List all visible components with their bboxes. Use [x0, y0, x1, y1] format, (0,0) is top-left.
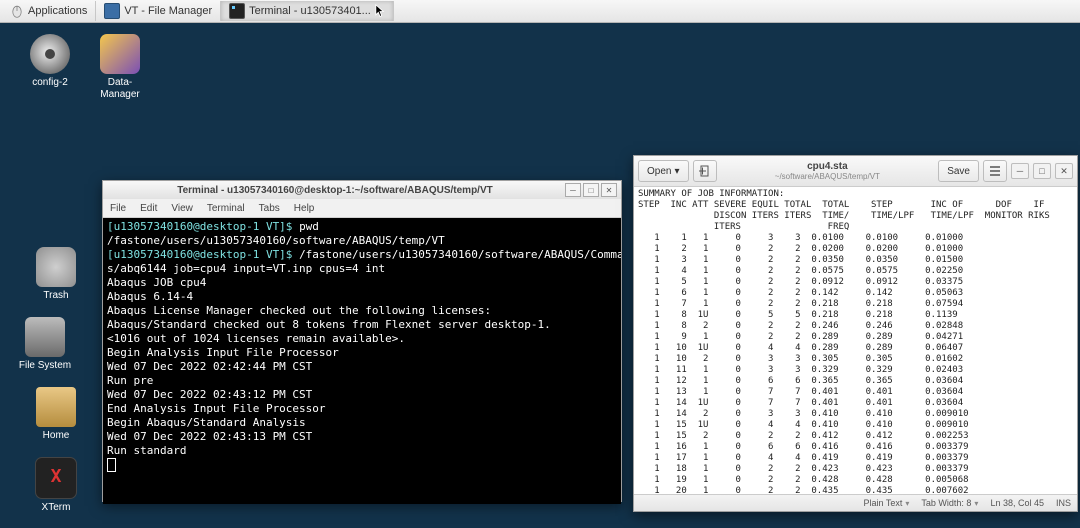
desktop-icon-xterm[interactable]: XTerm: [28, 457, 84, 514]
menu-view[interactable]: View: [164, 203, 200, 214]
taskbar-item-label: Terminal - u130573401...: [249, 5, 371, 17]
menu-button[interactable]: [983, 160, 1007, 182]
maximize-button[interactable]: □: [583, 183, 599, 197]
texteditor-headerbar[interactable]: Open▾ cpu4.sta ~/software/ABAQUS/temp/VT…: [634, 156, 1077, 187]
applications-menu[interactable]: Applications: [0, 1, 96, 21]
insert-mode: INS: [1056, 498, 1071, 508]
texteditor-body[interactable]: SUMMARY OF JOB INFORMATION: STEP INC ATT…: [634, 187, 1077, 494]
new-doc-icon: [699, 165, 711, 177]
window-titlebar[interactable]: Terminal - u13057340160@desktop-1:~/soft…: [103, 181, 621, 199]
save-button[interactable]: Save: [938, 160, 979, 182]
maximize-button[interactable]: □: [1033, 163, 1051, 179]
terminal-body[interactable]: [u13057340160@desktop-1 VT]$ pwd /faston…: [103, 218, 621, 504]
xterm-icon: [35, 457, 77, 499]
open-button[interactable]: Open▾: [638, 160, 689, 182]
cursor-position: Ln 38, Col 45: [990, 498, 1044, 508]
minimize-button[interactable]: ─: [565, 183, 581, 197]
menu-file[interactable]: File: [103, 203, 133, 214]
desktop-icon-data-mgr[interactable]: Data-Manager: [92, 34, 148, 101]
terminal-menubar: FileEditViewTerminalTabsHelp: [103, 199, 621, 218]
statusbar: Plain Text▾ Tab Width: 8▾ Ln 38, Col 45 …: [634, 494, 1077, 511]
desktop-icon-fs[interactable]: File System: [17, 317, 73, 372]
window-icon: [104, 3, 120, 19]
close-button[interactable]: ✕: [1055, 163, 1073, 179]
minimize-button[interactable]: ─: [1011, 163, 1029, 179]
new-tab-button[interactable]: [693, 160, 717, 182]
mouse-icon: [10, 4, 24, 18]
file-subtitle: ~/software/ABAQUS/temp/VT: [721, 172, 935, 181]
chevron-down-icon: ▾: [674, 166, 679, 177]
taskbar-item-terminal[interactable]: Terminal - u130573401...: [221, 1, 394, 21]
terminal-cursor: [107, 458, 116, 472]
menu-help[interactable]: Help: [287, 203, 322, 214]
taskbar-item-filemanager[interactable]: VT - File Manager: [96, 1, 221, 21]
syntax-selector[interactable]: Plain Text▾: [864, 498, 910, 508]
data-mgr-icon: [100, 34, 140, 74]
terminal-window: Terminal - u13057340160@desktop-1:~/soft…: [102, 180, 622, 502]
fs-icon: [25, 317, 65, 357]
config-icon: [30, 34, 70, 74]
desktop-icon-home[interactable]: Home: [28, 387, 84, 442]
window-title: Terminal - u13057340160@desktop-1:~/soft…: [107, 185, 563, 196]
menu-terminal[interactable]: Terminal: [200, 203, 252, 214]
tabwidth-selector[interactable]: Tab Width: 8▾: [921, 498, 978, 508]
chevron-down-icon: ▾: [974, 499, 978, 508]
close-button[interactable]: ✕: [601, 183, 617, 197]
desktop-icon-config[interactable]: config-2: [22, 34, 78, 89]
icon-label: Home: [28, 430, 84, 442]
terminal-icon: [229, 3, 245, 19]
desktop-icon-trash[interactable]: Trash: [28, 247, 84, 302]
home-icon: [36, 387, 76, 427]
trash-icon: [36, 247, 76, 287]
icon-label: XTerm: [28, 502, 84, 514]
chevron-down-icon: ▾: [905, 499, 909, 508]
icon-label: Data-Manager: [92, 77, 148, 101]
icon-label: Trash: [28, 290, 84, 302]
icon-label: File System: [17, 360, 73, 372]
taskbar: Applications VT - File Manager Terminal …: [0, 0, 1080, 23]
menu-tabs[interactable]: Tabs: [252, 203, 287, 214]
menu-edit[interactable]: Edit: [133, 203, 164, 214]
cursor-icon: [375, 4, 385, 19]
texteditor-window: Open▾ cpu4.sta ~/software/ABAQUS/temp/VT…: [633, 155, 1078, 512]
applications-label: Applications: [28, 5, 87, 17]
hamburger-icon: [989, 166, 1001, 176]
taskbar-item-label: VT - File Manager: [124, 5, 212, 17]
file-title: cpu4.sta: [721, 161, 935, 172]
icon-label: config-2: [22, 77, 78, 89]
